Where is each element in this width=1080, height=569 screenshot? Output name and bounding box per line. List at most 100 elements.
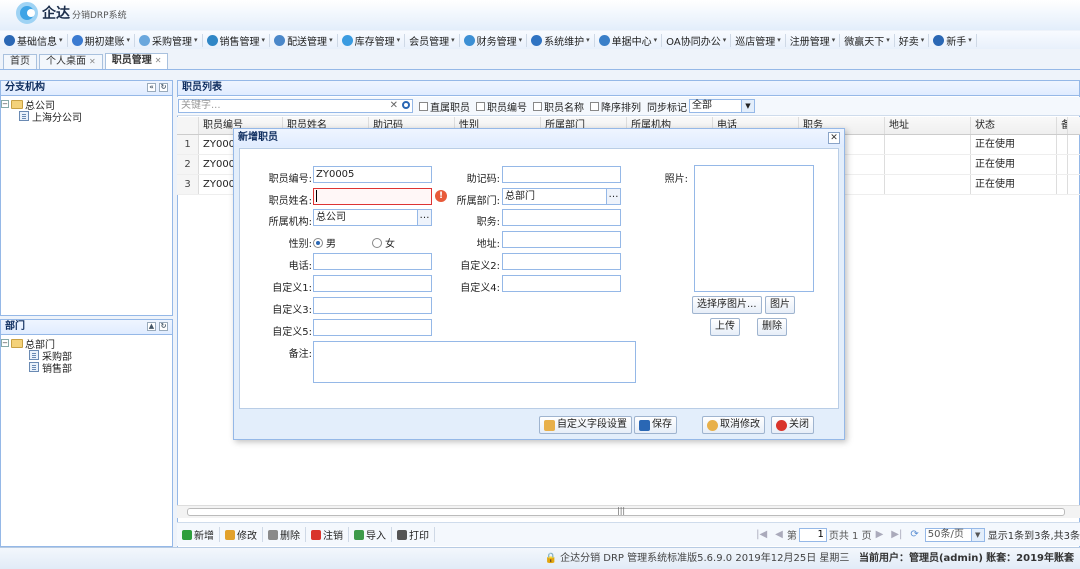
- last-page-icon[interactable]: ▶|: [891, 529, 902, 540]
- image-button[interactable]: 图片: [765, 296, 795, 314]
- menu-item[interactable]: 单据中心 ▾: [595, 33, 663, 48]
- tab[interactable]: 个人桌面 ✕: [39, 54, 103, 69]
- custom3-field[interactable]: [313, 297, 432, 314]
- address-field[interactable]: [502, 231, 621, 248]
- filter-checkbox[interactable]: 降序排列: [590, 99, 641, 114]
- minus-icon[interactable]: −: [1, 339, 9, 347]
- checkbox-icon[interactable]: [419, 101, 428, 111]
- toolbar-button[interactable]: 修改: [225, 527, 263, 542]
- close-tab-icon[interactable]: ✕: [89, 57, 96, 66]
- more-icon[interactable]: …: [606, 189, 620, 204]
- tree-node-child[interactable]: 上海分公司: [1, 110, 172, 124]
- toolbar-button[interactable]: 导入: [354, 527, 392, 542]
- refresh-icon[interactable]: ↻: [159, 322, 168, 331]
- custom-fields-button[interactable]: 自定义字段设置: [539, 416, 632, 434]
- checkbox-icon[interactable]: [590, 101, 599, 111]
- gender-female-radio[interactable]: 女: [372, 235, 395, 250]
- tree-node-child[interactable]: 销售部: [1, 361, 172, 375]
- radio-unchecked-icon[interactable]: [372, 237, 382, 248]
- menu-item[interactable]: 财务管理 ▾: [460, 33, 528, 48]
- phone-field[interactable]: [313, 253, 432, 270]
- column-header[interactable]: 状态: [971, 117, 1057, 134]
- menu-item[interactable]: 库存管理 ▾: [338, 33, 406, 48]
- custom1-field[interactable]: [313, 275, 432, 292]
- gender-male-radio[interactable]: 男: [313, 235, 336, 250]
- name-field[interactable]: [313, 188, 432, 205]
- per-page-select[interactable]: 50条/页 ▼: [924, 527, 985, 542]
- toolbar-button[interactable]: 注销: [311, 527, 349, 542]
- refresh-icon[interactable]: ↻: [159, 83, 168, 92]
- next-page-icon[interactable]: ▶: [876, 529, 884, 540]
- custom2-field[interactable]: [502, 253, 621, 270]
- upload-button[interactable]: 上传: [710, 318, 740, 336]
- toolbar-button[interactable]: 打印: [397, 527, 435, 542]
- undo-button[interactable]: 取消修改: [702, 416, 765, 434]
- column-header[interactable]: 备: [1057, 117, 1068, 134]
- save-button[interactable]: 保存: [634, 416, 677, 434]
- chevron-down-icon: ▾: [968, 36, 972, 44]
- org-field[interactable]: 总公司…: [313, 209, 432, 226]
- menu-item[interactable]: 微赢天下 ▾: [840, 33, 895, 48]
- horizontal-scrollbar[interactable]: |||: [177, 505, 1080, 518]
- tab[interactable]: 首页: [3, 54, 37, 69]
- menu-item[interactable]: 配送管理 ▾: [270, 33, 338, 48]
- close-button[interactable]: 关闭: [771, 416, 814, 434]
- checkbox-icon[interactable]: [533, 101, 542, 111]
- choose-image-button[interactable]: 选择序图片...: [692, 296, 762, 314]
- prev-page-icon[interactable]: ◀: [775, 529, 783, 540]
- custom5-field[interactable]: [313, 319, 432, 336]
- page-input[interactable]: [798, 527, 827, 542]
- toolbar-button[interactable]: 删除: [268, 527, 306, 542]
- tab[interactable]: 职员管理 ✕: [104, 53, 169, 69]
- mnemonic-field[interactable]: [502, 166, 621, 183]
- menu-item[interactable]: 销售管理 ▾: [203, 33, 271, 48]
- chevron-down-icon: ▾: [920, 36, 925, 44]
- code-field[interactable]: ZY0005: [313, 166, 432, 183]
- more-icon[interactable]: …: [417, 210, 431, 225]
- menu-item[interactable]: 期初建账 ▾: [68, 33, 136, 48]
- position-field[interactable]: [502, 209, 621, 226]
- tree-node-root[interactable]: − 总公司: [1, 98, 172, 112]
- column-header[interactable]: 地址: [885, 117, 971, 134]
- dept-field[interactable]: 总部门…: [502, 188, 621, 205]
- toolbar-button[interactable]: 新增: [182, 527, 220, 542]
- custom4-field[interactable]: [502, 275, 621, 292]
- collapse-icon[interactable]: «: [147, 83, 156, 92]
- menu-item[interactable]: OA协同办公 ▾: [662, 33, 732, 48]
- menu-item[interactable]: 系统维护 ▾: [527, 33, 595, 48]
- mnemonic-label: 助记码:: [466, 174, 500, 185]
- close-icon[interactable]: ✕: [828, 132, 840, 144]
- checkbox-icon[interactable]: [476, 101, 485, 111]
- menu-item[interactable]: 基础信息 ▾: [0, 33, 68, 48]
- address-label: 地址:: [476, 239, 500, 250]
- menu-item[interactable]: 采购管理 ▾: [135, 33, 203, 48]
- search-icon[interactable]: [402, 101, 410, 109]
- close-tab-icon[interactable]: ✕: [155, 56, 162, 65]
- menu-item[interactable]: 新手 ▾: [929, 33, 977, 48]
- minus-icon[interactable]: −: [1, 100, 9, 108]
- search-input[interactable]: 关键字... ✕: [178, 99, 413, 113]
- tree-node-child[interactable]: 采购部: [1, 349, 172, 363]
- scroll-thumb[interactable]: [187, 508, 1065, 516]
- chevron-down-icon[interactable]: ▼: [741, 100, 754, 112]
- first-page-icon[interactable]: |◀: [756, 529, 767, 540]
- folder-icon: [11, 99, 23, 109]
- tree-node-root[interactable]: − 总部门: [1, 337, 172, 351]
- filter-checkbox[interactable]: 职员名称: [533, 99, 584, 114]
- menu-item[interactable]: 注册管理 ▾: [786, 33, 841, 48]
- notes-field[interactable]: [313, 341, 636, 383]
- filter-checkbox[interactable]: 直属职员: [419, 99, 470, 114]
- chevron-down-icon[interactable]: ▼: [970, 528, 984, 541]
- refresh-icon[interactable]: ⟳: [910, 529, 918, 540]
- menu-item[interactable]: 会员管理 ▾: [405, 33, 460, 48]
- sync-select[interactable]: 全部 ▼: [689, 99, 755, 113]
- collapse-up-icon[interactable]: ▲: [147, 322, 156, 331]
- menu-item[interactable]: 巡店管理 ▾: [731, 33, 786, 48]
- radio-checked-icon[interactable]: [313, 237, 323, 248]
- menu-item[interactable]: 好卖 ▾: [895, 33, 930, 48]
- clear-icon[interactable]: ✕: [390, 100, 398, 112]
- sync-label: 同步标记: [647, 102, 687, 114]
- edit-icon: [225, 529, 235, 540]
- delete-photo-button[interactable]: 删除: [757, 318, 787, 336]
- filter-checkbox[interactable]: 职员编号: [476, 99, 527, 114]
